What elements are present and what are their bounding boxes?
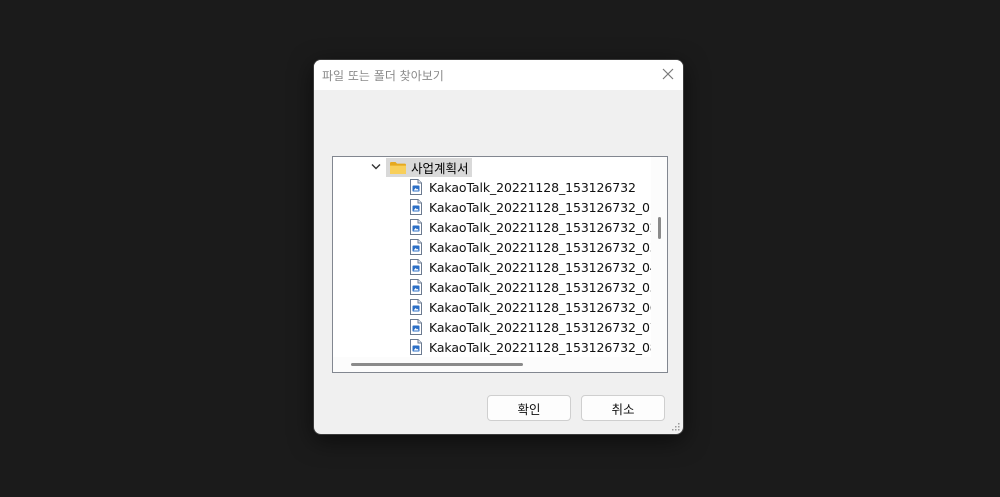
browse-dialog: 파일 또는 폴더 찾아보기 사업계획서 KakaoTalk_20221128_1… xyxy=(314,60,683,434)
folder-tree[interactable]: 사업계획서 KakaoTalk_20221128_153126732 KakaoT… xyxy=(332,156,668,373)
file-label: KakaoTalk_20221128_153126732_08 xyxy=(429,339,651,355)
vertical-scrollbar[interactable] xyxy=(651,157,667,357)
file-label: KakaoTalk_20221128_153126732_06 xyxy=(429,299,651,315)
tree-file-node[interactable]: KakaoTalk_20221128_153126732 xyxy=(409,177,636,197)
expand-chevron[interactable] xyxy=(369,157,383,177)
image-file-icon xyxy=(409,339,423,355)
tree-folder-selected[interactable]: 사업계획서 xyxy=(386,157,472,177)
close-button[interactable] xyxy=(653,60,683,90)
file-label: KakaoTalk_20221128_153126732_01 xyxy=(429,199,651,215)
dialog-title: 파일 또는 폴더 찾아보기 xyxy=(322,69,444,83)
image-file-icon xyxy=(409,279,423,295)
chevron-down-icon xyxy=(371,164,381,170)
close-icon xyxy=(662,68,674,80)
tree-file-node[interactable]: KakaoTalk_20221128_153126732_02 xyxy=(409,217,651,237)
vertical-scroll-thumb[interactable] xyxy=(658,217,661,239)
cancel-button[interactable]: 취소 xyxy=(581,395,665,421)
tree-file-node[interactable]: KakaoTalk_20221128_153126732_01 xyxy=(409,197,651,217)
scroll-corner xyxy=(651,357,667,372)
file-label: KakaoTalk_20221128_153126732_07 xyxy=(429,319,651,335)
horizontal-scroll-thumb[interactable] xyxy=(351,363,523,366)
file-label: KakaoTalk_20221128_153126732_04 xyxy=(429,259,651,275)
ok-button[interactable]: 확인 xyxy=(487,395,571,421)
image-file-icon xyxy=(409,199,423,215)
tree-file-node[interactable]: KakaoTalk_20221128_153126732_03 xyxy=(409,237,651,257)
image-file-icon xyxy=(409,219,423,235)
image-file-icon xyxy=(409,179,423,195)
resize-grip-icon[interactable] xyxy=(671,422,681,432)
image-file-icon xyxy=(409,299,423,315)
image-file-icon xyxy=(409,239,423,255)
file-label: KakaoTalk_20221128_153126732 xyxy=(429,179,636,195)
image-file-icon xyxy=(409,319,423,335)
file-label: KakaoTalk_20221128_153126732_03 xyxy=(429,239,651,255)
tree-content: 사업계획서 KakaoTalk_20221128_153126732 KakaoT… xyxy=(333,157,651,357)
horizontal-scrollbar[interactable] xyxy=(333,357,651,372)
tree-file-node[interactable]: KakaoTalk_20221128_153126732_04 xyxy=(409,257,651,277)
tree-file-node[interactable]: KakaoTalk_20221128_153126732_06 xyxy=(409,297,651,317)
file-label: KakaoTalk_20221128_153126732_05 xyxy=(429,279,651,295)
image-file-icon xyxy=(409,259,423,275)
file-label: KakaoTalk_20221128_153126732_02 xyxy=(429,219,651,235)
tree-folder-node[interactable]: 사업계획서 xyxy=(369,157,472,177)
folder-icon xyxy=(389,160,407,174)
tree-file-node[interactable]: KakaoTalk_20221128_153126732_07 xyxy=(409,317,651,337)
folder-label: 사업계획서 xyxy=(411,160,469,176)
tree-file-node[interactable]: KakaoTalk_20221128_153126732_05 xyxy=(409,277,651,297)
title-bar[interactable]: 파일 또는 폴더 찾아보기 xyxy=(314,60,683,90)
tree-file-node[interactable]: KakaoTalk_20221128_153126732_08 xyxy=(409,337,651,357)
